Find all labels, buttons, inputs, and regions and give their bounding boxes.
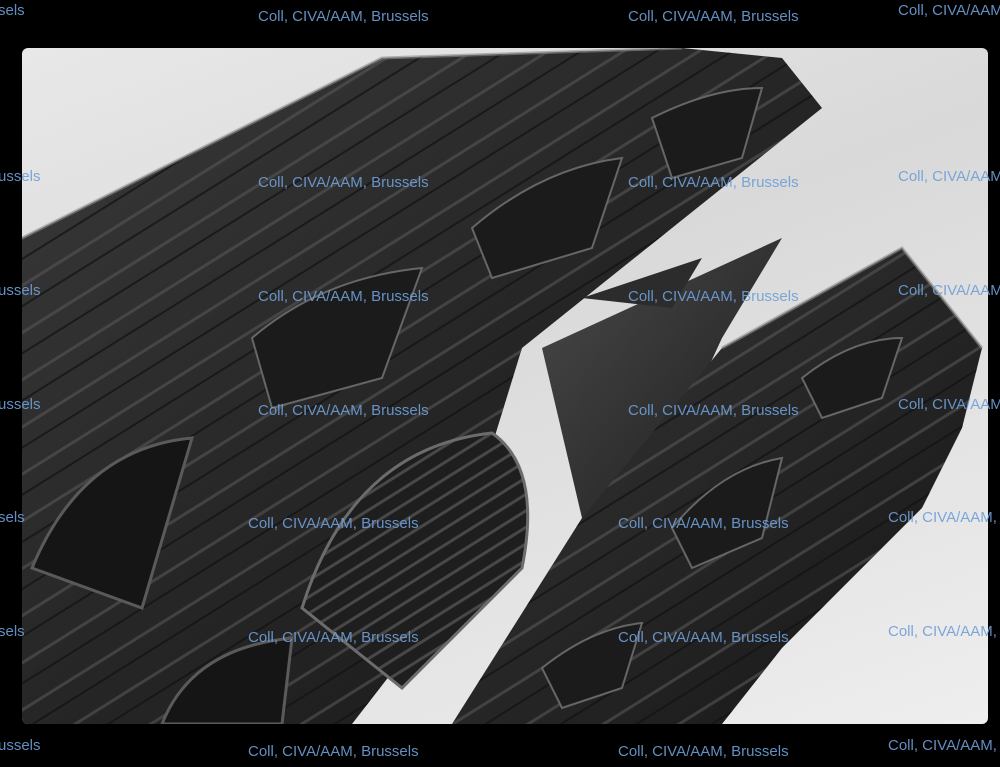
cathedral-photograph: [22, 48, 988, 724]
watermark-text: Coll, CIVA/AAM,: [888, 737, 997, 754]
watermark-text: ussels: [0, 737, 41, 754]
watermark-text: Coll, CIVA/AAM,: [898, 2, 1000, 19]
watermark-text: sels: [0, 2, 25, 19]
watermark-text: Coll, CIVA/AAM, Brussels: [618, 743, 789, 760]
watermark-text: sels: [0, 509, 25, 526]
watermark-text: Coll, CIVA/AAM, Brussels: [248, 743, 419, 760]
watermark-text: Coll, CIVA/AAM, Brussels: [628, 8, 799, 25]
cathedral-drawing: [22, 48, 984, 724]
watermark-text: sels: [0, 623, 25, 640]
watermark-text: Coll, CIVA/AAM, Brussels: [258, 8, 429, 25]
